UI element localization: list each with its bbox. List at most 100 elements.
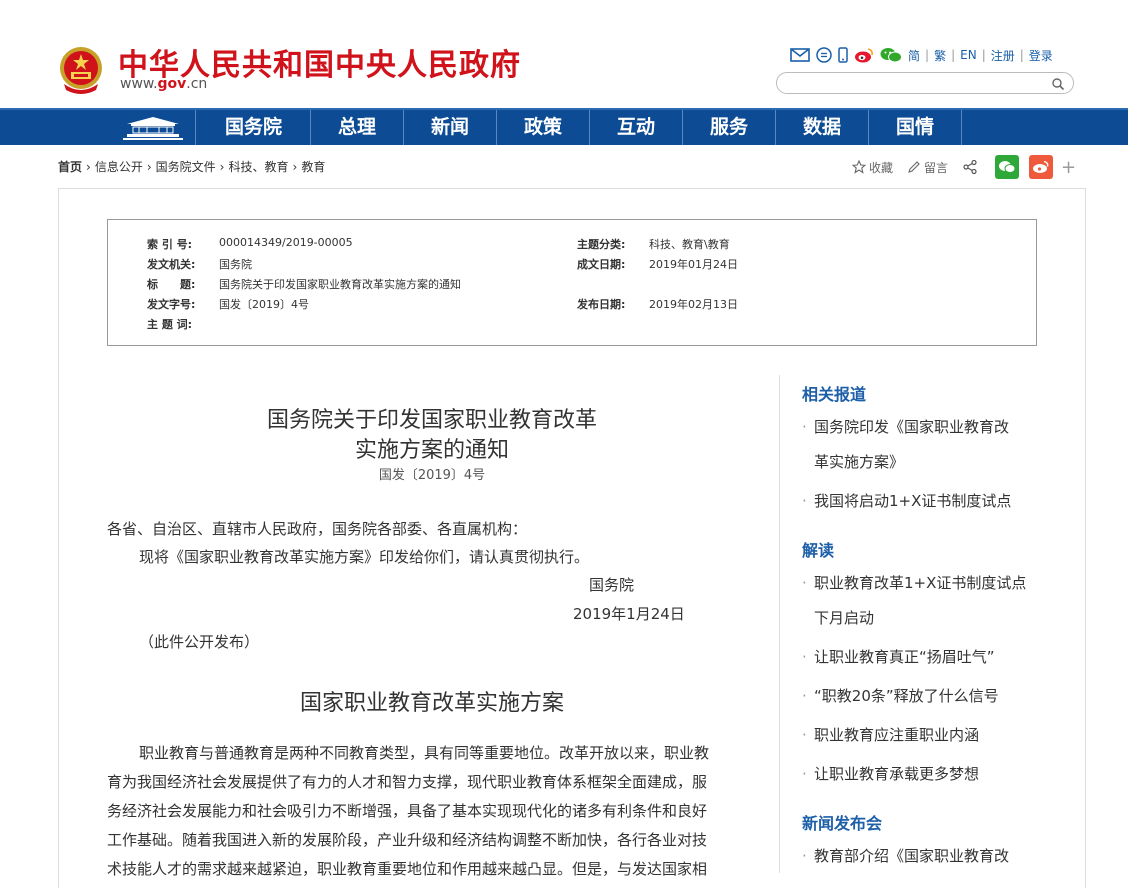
nav-item-news[interactable]: 新闻 — [404, 110, 497, 145]
share-wechat-icon[interactable] — [995, 155, 1020, 179]
interp-link-text: 让职业教育真正“扬眉吐气” — [814, 648, 995, 666]
related-link[interactable]: · 我国将启动1+X证书制度试点 — [802, 490, 1011, 511]
breadcrumb-docs[interactable]: 国务院文件 — [156, 158, 216, 175]
interp-link[interactable]: · 职业教育改革1+X证书制度试点 — [802, 572, 1026, 593]
pencil-icon — [908, 161, 920, 173]
star-icon — [852, 160, 866, 174]
interp-link[interactable]: · 职业教育应注重职业内涵 — [802, 724, 979, 745]
favorite-label: 收藏 — [869, 160, 894, 175]
interp-link-cont[interactable]: 下月启动 — [814, 607, 874, 628]
meta-index: 索 引 号: 000014349/2019-00005 — [147, 236, 353, 252]
chevron-right-icon: › — [146, 159, 152, 174]
meta-label: 主 题 词: — [147, 318, 193, 331]
breadcrumb-current[interactable]: 教育 — [301, 158, 325, 175]
wechat-icon[interactable] — [880, 47, 902, 63]
interp-link-text: 让职业教育承载更多梦想 — [814, 765, 980, 783]
mobile-icon[interactable] — [838, 47, 848, 63]
national-emblem-icon[interactable] — [58, 44, 104, 94]
meta-topic: 主题分类: 科技、教育\教育 — [577, 236, 730, 252]
press-heading: 新闻发布会 — [802, 814, 883, 833]
breadcrumb: 首页 › 信息公开 › 国务院文件 › 科技、教育 › 教育 — [58, 158, 325, 175]
domain-mid: gov — [157, 76, 187, 92]
link-english[interactable]: EN — [960, 48, 977, 62]
breadcrumb-info[interactable]: 信息公开 — [95, 158, 143, 175]
search-icon[interactable] — [1051, 76, 1065, 95]
link-login[interactable]: 登录 — [1029, 47, 1053, 64]
meta-label: 索 引 号: — [147, 238, 193, 251]
domain-prefix: www. — [120, 76, 158, 92]
link-simplified[interactable]: 简 — [908, 47, 920, 64]
meta-keywords: 主 题 词: — [147, 316, 219, 332]
separator: | — [925, 48, 930, 62]
gate-icon — [122, 116, 183, 140]
bullet-icon: · — [802, 765, 807, 783]
main-nav: 国务院 总理 新闻 政策 互动 服务 数据 国情 — [0, 108, 1128, 145]
article-addressee: 各省、自治区、直辖市人民政府，国务院各部委、各直属机构： — [107, 520, 528, 538]
nav-item-services[interactable]: 服务 — [683, 110, 776, 145]
bullet-icon: · — [802, 574, 807, 592]
body-line: 术技能人才的需求越来越紧迫，职业教育重要地位和作用越来越凸显。但是，与发达国家相 — [107, 860, 708, 878]
article-title-line2: 实施方案的通知 — [354, 438, 509, 463]
separator: | — [981, 48, 986, 62]
weibo-icon[interactable] — [854, 47, 874, 63]
article-public-note: （此件公开发布） — [139, 633, 260, 651]
share-weibo-icon[interactable] — [1029, 155, 1054, 179]
nav-item-premier[interactable]: 总理 — [311, 110, 404, 145]
interp-link[interactable]: · 让职业教育承载更多梦想 — [802, 763, 979, 784]
meta-value: 2019年01月24日 — [649, 258, 738, 271]
meta-date: 成文日期: 2019年01月24日 — [577, 256, 738, 272]
interp-heading: 解读 — [802, 541, 835, 560]
nav-item-national-info[interactable]: 国情 — [869, 110, 962, 145]
related-link-text: 国务院印发《国家职业教育改 — [814, 418, 1010, 436]
site-header: 中华人民共和国中央人民政府 www.gov.cn 简 | 繁 | EN | 注册… — [0, 0, 1128, 108]
interp-link[interactable]: · 让职业教育真正“扬眉吐气” — [802, 646, 995, 667]
press-link[interactable]: · 教育部介绍《国家职业教育改 — [802, 845, 1009, 866]
share-button[interactable] — [962, 159, 981, 175]
related-link-cont[interactable]: 革实施方案》 — [814, 451, 904, 472]
bullet-icon: · — [802, 648, 807, 666]
interp-link-text: 职业教育应注重职业内涵 — [814, 726, 980, 744]
share-more-icon[interactable]: + — [1061, 157, 1076, 178]
breadcrumb-home[interactable]: 首页 — [58, 158, 82, 175]
article-title-line1: 国务院关于印发国家职业教育改革 — [266, 408, 597, 433]
related-link[interactable]: · 国务院印发《国家职业教育改 — [802, 416, 1009, 437]
interp-link-text: “职教20条”释放了什么信号 — [814, 687, 999, 705]
meta-label: 成文日期: — [577, 258, 626, 271]
nav-home[interactable] — [110, 110, 196, 145]
meta-value: 国务院 — [219, 258, 252, 271]
search-input[interactable] — [787, 74, 1057, 94]
favorite-button[interactable]: 收藏 — [852, 159, 893, 176]
article-doc-number: 国发〔2019〕4号 — [378, 468, 486, 483]
body-line: 育为我国经济社会发展提供了有力的人才和智力支撑，现代职业教育体系框架全面建成，服 — [107, 773, 708, 791]
message-button[interactable]: 留言 — [907, 159, 948, 176]
nav-item-interaction[interactable]: 互动 — [590, 110, 683, 145]
nav-items: 国务院 总理 新闻 政策 互动 服务 数据 国情 — [197, 110, 962, 145]
nav-item-state-council[interactable]: 国务院 — [197, 110, 311, 145]
meta-label: 发文字号: — [147, 298, 196, 311]
plan-title: 国家职业教育改革实施方案 — [299, 691, 564, 716]
meta-label: 发布日期: — [577, 298, 626, 311]
mail-icon[interactable] — [790, 48, 810, 62]
chevron-right-icon: › — [292, 159, 298, 174]
related-heading: 相关报道 — [802, 385, 867, 404]
interp-link[interactable]: · “职教20条”释放了什么信号 — [802, 685, 999, 706]
header-tools: 简 | 繁 | EN | 注册 | 登录 — [790, 45, 1053, 65]
nav-item-policy[interactable]: 政策 — [497, 110, 590, 145]
nav-item-data[interactable]: 数据 — [776, 110, 869, 145]
body-line: 职业教育与普通教育是两种不同教育类型，具有同等重要地位。改革开放以来，职业教 — [139, 744, 710, 762]
link-traditional[interactable]: 繁 — [934, 47, 946, 64]
meta-value: 2019年02月13日 — [649, 298, 738, 311]
comment-icon[interactable] — [816, 47, 832, 63]
meta-value: 000014349/2019-00005 — [219, 236, 353, 249]
domain-suffix: .cn — [186, 76, 208, 92]
breadcrumb-category[interactable]: 科技、教育 — [228, 158, 288, 175]
bullet-icon: · — [802, 847, 807, 865]
body-line: 工作基础。随着我国进入新的发展阶段，产业升级和经济结构调整不断加快，各行各业对技 — [107, 831, 708, 849]
meta-label: 主题分类: — [577, 238, 626, 251]
related-link-text: 我国将启动1+X证书制度试点 — [814, 492, 1012, 510]
meta-docno: 发文字号: 国发〔2019〕4号 — [147, 296, 309, 312]
meta-title: 标 题: 国务院关于印发国家职业教育改革实施方案的通知 — [147, 276, 461, 292]
article-sign-date: 2019年1月24日 — [573, 605, 685, 623]
link-register[interactable]: 注册 — [991, 47, 1015, 64]
meta-issuer: 发文机关: 国务院 — [147, 256, 252, 272]
